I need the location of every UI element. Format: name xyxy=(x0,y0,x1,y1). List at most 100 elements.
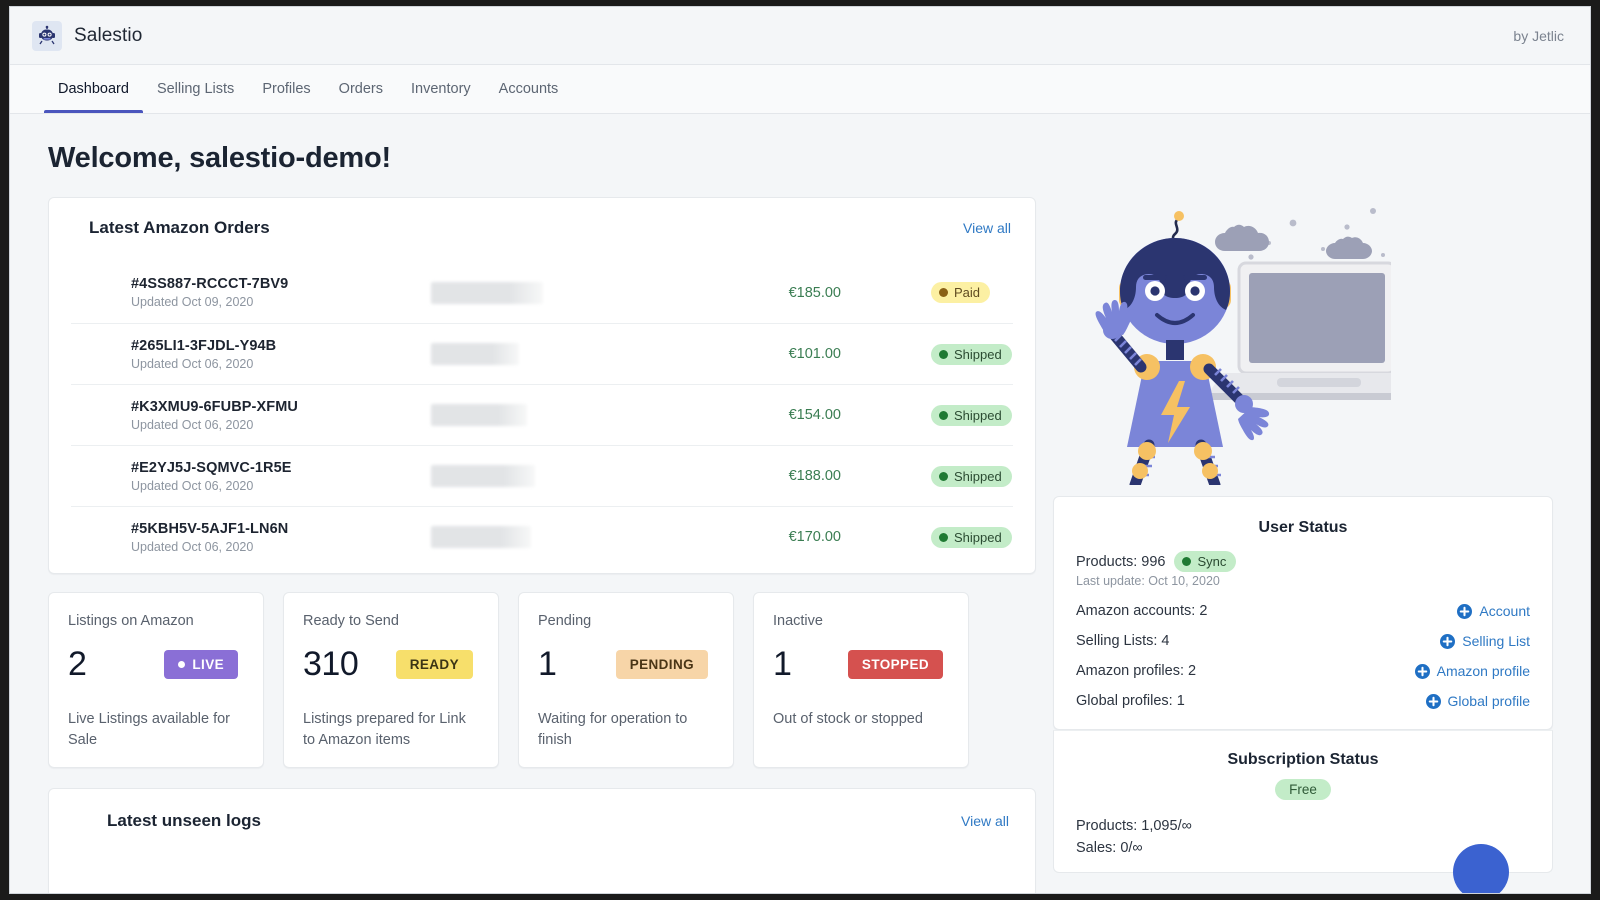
stat-label: Pending xyxy=(538,613,714,629)
order-status-cell: Shipped xyxy=(841,466,1013,487)
latest-unseen-logs-card: Latest unseen logs View all xyxy=(48,788,1036,894)
logs-card-title: Latest unseen logs xyxy=(107,811,261,831)
order-amount: €188.00 xyxy=(721,468,841,484)
brand[interactable]: Salestio xyxy=(32,21,142,51)
status-badge-label: Shipped xyxy=(954,347,1002,362)
latest-amazon-orders-card: Latest Amazon Orders View all #4SS887-RC… xyxy=(48,197,1036,574)
tab-accounts[interactable]: Accounts xyxy=(485,65,573,113)
user-status-row: Amazon accounts: 2Account xyxy=(1076,603,1530,619)
order-customer-redacted xyxy=(431,404,721,426)
right-column: User Status Products: 996 Sync Last upda… xyxy=(1053,197,1553,873)
user-status-title: User Status xyxy=(1076,519,1530,537)
add-link-label: Global profile xyxy=(1448,693,1531,709)
order-status-cell: Shipped xyxy=(841,344,1013,365)
order-updated: Updated Oct 06, 2020 xyxy=(131,357,431,371)
stat-badge-label: PENDING xyxy=(630,657,694,672)
add-link-label: Amazon profile xyxy=(1437,663,1530,679)
tab-profiles[interactable]: Profiles xyxy=(248,65,324,113)
order-status-cell: Paid xyxy=(841,282,1013,303)
stat-value: 1 xyxy=(538,645,556,684)
order-identity: #5KBH5V-5AJF1-LN6NUpdated Oct 06, 2020 xyxy=(131,521,431,554)
order-amount: €170.00 xyxy=(721,529,841,545)
stat-card: Listings on Amazon2LIVELive Listings ava… xyxy=(48,592,264,768)
order-id: #5KBH5V-5AJF1-LN6N xyxy=(131,521,431,537)
stat-badge-label: LIVE xyxy=(192,657,224,672)
stat-value: 2 xyxy=(68,645,86,684)
robot-logo-icon xyxy=(32,21,62,51)
stat-badge: STOPPED xyxy=(848,650,943,679)
tab-inventory[interactable]: Inventory xyxy=(397,65,485,113)
add-amazon-profile-link[interactable]: Amazon profile xyxy=(1415,663,1530,679)
stat-description: Waiting for operation to finish xyxy=(538,709,714,750)
order-id: #K3XMU9-6FUBP-XFMU xyxy=(131,399,431,415)
plus-circle-icon xyxy=(1415,664,1430,679)
tab-orders[interactable]: Orders xyxy=(325,65,397,113)
stat-label: Ready to Send xyxy=(303,613,479,629)
status-badge-label: Shipped xyxy=(954,408,1002,423)
stat-badge-dot-icon xyxy=(178,661,185,668)
user-status-row: Global profiles: 1 Global profile xyxy=(1076,693,1530,709)
user-status-row-label: Global profiles: 1 xyxy=(1076,693,1185,709)
stat-badge: LIVE xyxy=(164,650,238,679)
plus-circle-icon xyxy=(1457,604,1472,619)
status-badge: Shipped xyxy=(931,466,1012,487)
user-status-rows: Amazon accounts: 2Account Selling Lists: … xyxy=(1076,603,1530,709)
app-window: Salestio by Jetlic Dashboard Selling Lis… xyxy=(9,6,1591,894)
robot-illustration xyxy=(1053,197,1553,482)
status-dot-icon xyxy=(939,533,948,542)
orders-view-all-link[interactable]: View all xyxy=(963,220,1011,236)
add-selling-list-link[interactable]: Selling List xyxy=(1440,633,1530,649)
table-row[interactable]: #4SS887-RCCCT-7BV9 Updated Oct 09, 2020 €1… xyxy=(71,262,1013,323)
status-badge-label: Paid xyxy=(954,285,980,300)
stat-description: Listings prepared for Link to Amazon ite… xyxy=(303,709,479,750)
table-row[interactable]: #265LI1-3FJDL-Y94BUpdated Oct 06, 2020€1… xyxy=(71,323,1013,384)
sync-badge-label: Sync xyxy=(1197,554,1226,569)
add-global-profile-link[interactable]: Global profile xyxy=(1426,693,1531,709)
stat-card: Pending 1 PENDING Waiting for operation to … xyxy=(518,592,734,768)
stat-badge: READY xyxy=(396,650,473,679)
user-status-row-label: Selling Lists: 4 xyxy=(1076,633,1170,649)
user-status-row-label: Amazon profiles: 2 xyxy=(1076,663,1196,679)
order-identity: #265LI1-3FJDL-Y94B Updated Oct 06, 2020 xyxy=(131,338,431,371)
stat-badge-label: READY xyxy=(410,657,459,672)
table-row[interactable]: #5KBH5V-5AJF1-LN6NUpdated Oct 06, 2020 €1… xyxy=(71,506,1013,567)
order-amount: €185.00 xyxy=(721,285,841,301)
logs-view-all-link[interactable]: View all xyxy=(961,813,1009,829)
stat-card: Ready to Send310READYListings prepared f… xyxy=(283,592,499,768)
sync-badge: Sync xyxy=(1174,551,1236,572)
status-badge: Shipped xyxy=(931,405,1012,426)
stat-description: Live Listings available for Sale xyxy=(68,709,244,750)
order-customer-redacted xyxy=(431,343,721,365)
byline: by Jetlic xyxy=(1513,28,1564,44)
logs-card-header: Latest unseen logs View all xyxy=(89,811,1011,831)
order-updated: Updated Oct 09, 2020 xyxy=(131,295,431,309)
order-id: #4SS887-RCCCT-7BV9 xyxy=(131,276,431,292)
order-identity: #E2YJ5J-SQMVC-1R5EUpdated Oct 06, 2020 xyxy=(131,460,431,493)
stat-value-row: 1 PENDING xyxy=(538,641,714,687)
status-badge: Paid xyxy=(931,282,990,303)
add-link-label: Selling List xyxy=(1462,633,1530,649)
status-badge-label: Shipped xyxy=(954,469,1002,484)
stat-cards: Listings on Amazon2LIVELive Listings ava… xyxy=(48,592,1036,768)
tab-selling-lists[interactable]: Selling Lists xyxy=(143,65,248,113)
status-dot-icon xyxy=(939,288,948,297)
plus-circle-icon xyxy=(1440,634,1455,649)
tab-dashboard[interactable]: Dashboard xyxy=(44,65,143,113)
stat-value-row: 1 STOPPED xyxy=(773,641,949,687)
add-link-label: Account xyxy=(1479,603,1530,619)
stat-value: 1 xyxy=(773,645,791,684)
products-count-label: Products: 996 xyxy=(1076,554,1165,570)
help-fab-button[interactable] xyxy=(1453,844,1509,894)
order-amount: €154.00 xyxy=(721,407,841,423)
page-body: Welcome, salestio-demo! Latest Amazon Or… xyxy=(10,142,1590,894)
table-row[interactable]: #K3XMU9-6FUBP-XFMUUpdated Oct 06, 2020€1… xyxy=(71,384,1013,445)
status-dot-icon xyxy=(939,411,948,420)
user-status-row: Selling Lists: 4 Selling List xyxy=(1076,633,1530,649)
table-row[interactable]: #E2YJ5J-SQMVC-1R5EUpdated Oct 06, 2020 €1… xyxy=(71,445,1013,506)
add-account-link[interactable]: Account xyxy=(1457,603,1530,619)
stat-badge: PENDING xyxy=(616,650,708,679)
last-update-label: Last update: Oct 10, 2020 xyxy=(1076,574,1236,588)
plus-circle-icon xyxy=(1426,694,1441,709)
order-customer-redacted xyxy=(431,465,721,487)
order-id: #265LI1-3FJDL-Y94B xyxy=(131,338,431,354)
